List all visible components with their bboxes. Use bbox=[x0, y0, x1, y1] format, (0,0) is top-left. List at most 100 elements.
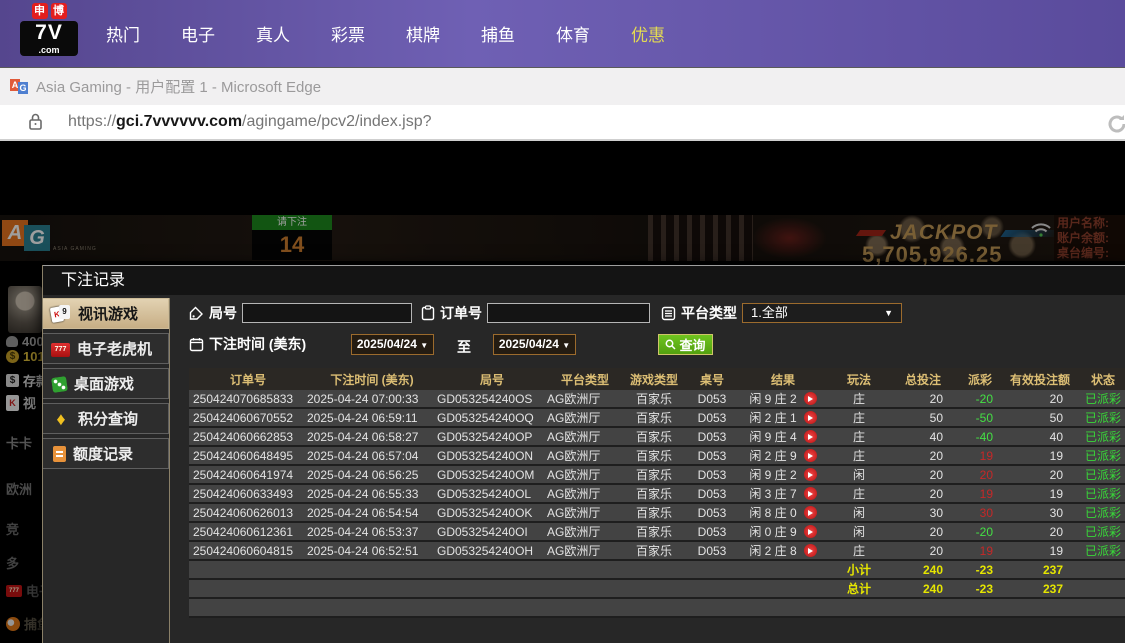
column-header: 玩法 bbox=[846, 372, 871, 387]
cell-time: 2025-04-24 06:57:04 bbox=[307, 448, 419, 463]
chevron-down-icon: ▼ bbox=[884, 308, 893, 318]
sidebar-item-label: 视讯游戏 bbox=[78, 306, 139, 323]
cell-status: 已派彩 bbox=[1084, 449, 1121, 463]
cell-valid: 20 bbox=[1049, 524, 1063, 539]
cell-result: 闲 2 庄 8 bbox=[739, 542, 827, 559]
calendar-icon bbox=[189, 337, 204, 351]
browser-urlbar[interactable]: https://gci.7vvvvvv.com/agingame/pcv2/in… bbox=[0, 105, 1125, 141]
sidebar-item-live-games[interactable]: 视讯游戏 bbox=[43, 298, 169, 329]
play-video-button[interactable] bbox=[803, 506, 817, 519]
date-from-picker[interactable]: 2025/04/24 ▼ bbox=[351, 334, 434, 355]
play-video-button[interactable] bbox=[803, 392, 817, 405]
query-button-label: 查询 bbox=[679, 338, 706, 353]
cell-order: 250424060648495 bbox=[193, 448, 294, 463]
date-to-picker[interactable]: 2025/04/24 ▼ bbox=[493, 334, 576, 355]
cell-table: D053 bbox=[697, 448, 727, 463]
cell-game: 百家乐 bbox=[635, 430, 672, 444]
query-button[interactable]: 查询 bbox=[658, 334, 713, 355]
subtotal-row-label: 小计 bbox=[846, 563, 871, 577]
nav-item-lottery[interactable]: 彩票 bbox=[331, 21, 365, 46]
nav-item-boardgames[interactable]: 棋牌 bbox=[406, 21, 440, 46]
platform-type-label: 平台类型 bbox=[681, 305, 737, 321]
cell-valid: 30 bbox=[1049, 505, 1063, 520]
grand-total-row: 总计 240 -23 237 bbox=[189, 580, 1125, 599]
column-header: 派彩 bbox=[967, 372, 992, 387]
cell-order: 250424060612361 bbox=[193, 524, 294, 539]
table-row: 250424060670552 2025-04-24 06:59:11 GD0532… bbox=[189, 409, 1125, 428]
date-from-value: 2025/04/24 bbox=[356, 337, 417, 351]
sidebar-item-slots[interactable]: 电子老虎机 bbox=[43, 333, 169, 364]
play-video-button[interactable] bbox=[803, 430, 817, 443]
sidebar-item-label: 电子老虎机 bbox=[77, 341, 153, 358]
subtotal-row: 小计 240 -23 237 bbox=[189, 561, 1125, 580]
play-video-button[interactable] bbox=[803, 411, 817, 424]
cell-game: 百家乐 bbox=[635, 449, 672, 463]
order-number-input[interactable] bbox=[487, 303, 650, 323]
cell-bet: 20 bbox=[929, 448, 943, 463]
cell-payout: -40 bbox=[975, 429, 993, 444]
cell-status: 已派彩 bbox=[1084, 411, 1121, 425]
bet-records-modal: 下注记录 视讯游戏 电子老虎机 桌面游戏 积分查询 额度记录 bbox=[42, 265, 1125, 643]
document-icon bbox=[53, 445, 66, 462]
nav-item-promotions[interactable]: 优惠 bbox=[631, 21, 665, 46]
cell-payout: -20 bbox=[975, 391, 993, 406]
sidebar-item-label: 积分查询 bbox=[78, 411, 139, 428]
cell-result: 闲 0 庄 9 bbox=[739, 523, 827, 540]
sidebar-item-points-query[interactable]: 积分查询 bbox=[43, 403, 169, 434]
cell-bet: 40 bbox=[929, 429, 943, 444]
logo-main-text: 7V bbox=[20, 21, 78, 45]
sidebar-item-label: 额度记录 bbox=[73, 446, 134, 463]
nav-item-live[interactable]: 真人 bbox=[256, 21, 290, 46]
cell-valid: 40 bbox=[1049, 429, 1063, 444]
play-video-button[interactable] bbox=[803, 468, 817, 481]
bet-time-group: 下注时间 (美东) bbox=[189, 334, 306, 354]
cell-result: 闲 2 庄 1 bbox=[739, 409, 827, 426]
slot-machine-icon bbox=[51, 342, 70, 357]
play-video-button[interactable] bbox=[803, 449, 817, 462]
table-body: 250424070685833 2025-04-24 07:00:33 GD0532… bbox=[189, 390, 1125, 618]
result-text: 闲 3 庄 7 bbox=[749, 487, 797, 501]
play-video-button[interactable] bbox=[803, 544, 817, 557]
grand-total-row-valid: 237 bbox=[1042, 581, 1063, 596]
cell-side: 庄 bbox=[852, 487, 865, 501]
play-video-button[interactable] bbox=[803, 487, 817, 500]
cell-status: 已派彩 bbox=[1084, 430, 1121, 444]
cell-platform: AG欧洲厅 bbox=[547, 506, 601, 520]
nav-item-slots[interactable]: 电子 bbox=[181, 21, 215, 46]
round-number-label: 局号 bbox=[209, 305, 237, 321]
platform-type-select[interactable]: 1.全部 ▼ bbox=[742, 303, 902, 323]
url-text[interactable]: https://gci.7vvvvvv.com/agingame/pcv2/in… bbox=[68, 113, 432, 131]
result-text: 闲 8 庄 0 bbox=[749, 506, 797, 520]
play-video-button[interactable] bbox=[803, 525, 817, 538]
cell-side: 闲 bbox=[852, 506, 865, 520]
sidebar-item-table-games[interactable]: 桌面游戏 bbox=[43, 368, 169, 399]
nav-item-sports[interactable]: 体育 bbox=[556, 21, 590, 46]
cell-result: 闲 9 庄 2 bbox=[739, 390, 827, 407]
query-form: 局号 订单号 平台类型 1.全部 ▼ 下注时间 (美东) 2025/04/24 … bbox=[189, 298, 1125, 368]
refresh-icon[interactable] bbox=[1103, 110, 1125, 138]
date-to-value: 2025/04/24 bbox=[498, 337, 559, 351]
nav-item-hot[interactable]: 热门 bbox=[106, 21, 140, 46]
cards-icon bbox=[51, 304, 71, 323]
cell-time: 2025-04-24 07:00:33 bbox=[307, 391, 419, 406]
round-number-input[interactable] bbox=[242, 303, 412, 323]
cell-time: 2025-04-24 06:56:25 bbox=[307, 467, 419, 482]
table-row: 250424060641974 2025-04-24 06:56:25 GD0532… bbox=[189, 466, 1125, 485]
nav-item-fishing[interactable]: 捕鱼 bbox=[481, 21, 515, 46]
asia-gaming-favicon-icon: AG bbox=[10, 79, 28, 94]
cell-status: 已派彩 bbox=[1084, 506, 1121, 520]
sidebar-item-credit-records[interactable]: 额度记录 bbox=[43, 438, 169, 469]
cell-payout: 19 bbox=[979, 448, 993, 463]
result-text: 闲 2 庄 9 bbox=[749, 449, 797, 463]
cell-platform: AG欧洲厅 bbox=[547, 449, 601, 463]
cell-side: 庄 bbox=[852, 392, 865, 406]
subtotal-row-bet: 240 bbox=[922, 562, 943, 577]
cell-round: GD053254240OQ bbox=[437, 410, 534, 425]
column-header: 结果 bbox=[770, 372, 795, 387]
result-text: 闲 0 庄 9 bbox=[749, 525, 797, 539]
cell-round: GD053254240OI bbox=[437, 524, 528, 539]
table-row: 250424060633493 2025-04-24 06:55:33 GD0532… bbox=[189, 485, 1125, 504]
site-logo[interactable]: 申 博 7V .com bbox=[20, 3, 78, 56]
platform-list-icon bbox=[661, 306, 676, 320]
cell-time: 2025-04-24 06:54:54 bbox=[307, 505, 419, 520]
